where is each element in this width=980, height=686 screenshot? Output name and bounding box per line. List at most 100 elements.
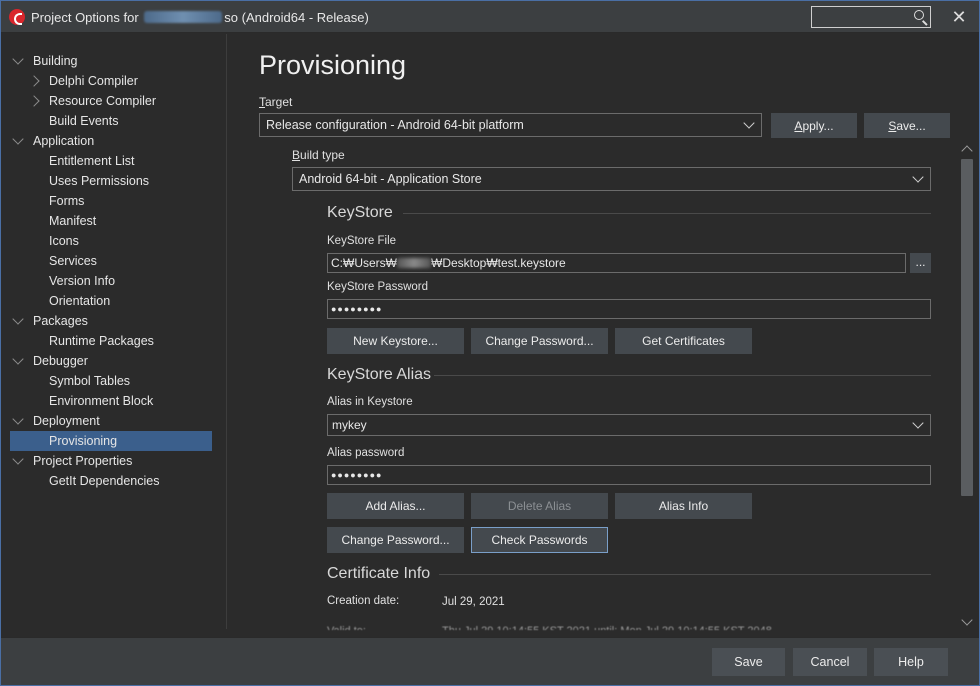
chevron-down-icon[interactable] — [12, 413, 24, 425]
tree-item-label: Resource Compiler — [49, 94, 156, 108]
close-icon[interactable]: ✕ — [949, 7, 969, 27]
tree-item-debugger[interactable]: Debugger — [1, 351, 227, 371]
tree-item-building[interactable]: Building — [1, 51, 227, 71]
tree-item-project-properties[interactable]: Project Properties — [1, 451, 227, 471]
tree-item-label: Forms — [49, 194, 85, 208]
page-title: Provisioning — [259, 50, 407, 80]
tree-item-forms[interactable]: Forms — [1, 191, 227, 211]
tree-item-manifest[interactable]: Manifest — [1, 211, 227, 231]
get-certificates-button[interactable]: Get Certificates — [615, 328, 752, 354]
chevron-right-icon[interactable] — [28, 95, 40, 107]
build-type-combobox[interactable]: Android 64-bit - Application Store — [292, 167, 931, 191]
tree-item-symbol-tables[interactable]: Symbol Tables — [1, 371, 227, 391]
tree-item-runtime-packages[interactable]: Runtime Packages — [1, 331, 227, 351]
dialog-footer: Save Cancel Help — [1, 637, 979, 685]
add-alias-button[interactable]: Add Alias... — [327, 493, 464, 519]
creation-date-label: Creation date: — [327, 595, 400, 607]
alias-password-input[interactable]: ●●●●●●●● — [327, 465, 931, 485]
apply-button[interactable]: Apply... — [771, 113, 857, 138]
search-icon — [914, 10, 924, 20]
tree-item-version-info[interactable]: Version Info — [1, 271, 227, 291]
window-title-suffix: so (Android64 - Release) — [224, 10, 369, 25]
tree-item-label: Entitlement List — [49, 154, 135, 168]
tree-item-label: Delphi Compiler — [49, 74, 138, 88]
tree-item-label: Packages — [33, 314, 88, 328]
tree-item-uses-permissions[interactable]: Uses Permissions — [1, 171, 227, 191]
tree-item-label: Environment Block — [49, 394, 154, 408]
delete-alias-button[interactable]: Delete Alias — [471, 493, 608, 519]
keystore-path-start: C:₩Users₩ — [331, 256, 397, 270]
target-value: Release configuration - Android 64-bit p… — [266, 118, 524, 132]
chevron-right-icon[interactable] — [28, 75, 40, 87]
tree-item-entitlement-list[interactable]: Entitlement List — [1, 151, 227, 171]
chevron-down-icon — [912, 171, 924, 183]
tree-item-provisioning[interactable]: Provisioning — [10, 431, 212, 451]
tree-item-label: Symbol Tables — [49, 374, 131, 388]
tree-item-icons[interactable]: Icons — [1, 231, 227, 251]
redacted-username — [397, 258, 431, 268]
chevron-down-icon[interactable] — [12, 53, 24, 65]
alias-password-label: Alias password — [327, 447, 405, 459]
project-options-window: Project Options for so (Android64 - Rele… — [0, 0, 980, 686]
tree-item-label: Runtime Packages — [49, 334, 154, 348]
validity-value: Thu Jul 29 10:14:55 KST 2021 until: Mon … — [442, 625, 772, 630]
scroll-up-arrow-icon[interactable] — [958, 141, 976, 157]
window-title-prefix: Project Options for — [31, 10, 139, 25]
change-alias-password-button[interactable]: Change Password... — [327, 527, 464, 553]
check-passwords-button[interactable]: Check Passwords — [471, 527, 608, 553]
change-keystore-password-button[interactable]: Change Password... — [471, 328, 608, 354]
keystore-password-input[interactable]: ●●●●●●●● — [327, 299, 931, 319]
creation-date-value: Jul 29, 2021 — [442, 596, 505, 608]
tree-item-environment-block[interactable]: Environment Block — [1, 391, 227, 411]
tree-item-label: Version Info — [49, 274, 116, 288]
tree-item-packages[interactable]: Packages — [1, 311, 227, 331]
tree-item-services[interactable]: Services — [1, 251, 227, 271]
tree-item-label: Application — [33, 134, 95, 148]
tree-item-orientation[interactable]: Orientation — [1, 291, 227, 311]
tree-item-label: Manifest — [49, 214, 97, 228]
build-type-text: uild type — [300, 148, 345, 162]
chevron-down-icon[interactable] — [12, 313, 24, 325]
tree-item-label: Uses Permissions — [49, 174, 150, 188]
cancel-button[interactable]: Cancel — [793, 648, 867, 676]
apply-text: pply... — [802, 119, 834, 133]
tree-item-label: Provisioning — [49, 434, 118, 448]
keystore-path-end: ₩Desktop₩test.keystore — [431, 256, 566, 270]
alias-combobox[interactable]: mykey — [327, 414, 931, 436]
keystore-file-input[interactable]: C:₩Users₩ ₩Desktop₩test.keystore — [327, 253, 906, 273]
build-type-accel: B — [292, 148, 301, 162]
browse-keystore-button[interactable]: ... — [910, 253, 931, 273]
options-tree: Building Delphi Compiler Resource Compiler… — [1, 34, 227, 629]
tree-item-resource-compiler[interactable]: Resource Compiler — [1, 91, 227, 111]
certificate-section-title: Certificate Info — [327, 565, 431, 582]
alias-value: mykey — [332, 418, 367, 432]
tree-item-label: Icons — [49, 234, 79, 248]
tree-item-application[interactable]: Application — [1, 131, 227, 151]
chevron-down-icon[interactable] — [12, 353, 24, 365]
tree-item-deployment[interactable]: Deployment — [1, 411, 227, 431]
tree-item-label: Services — [49, 254, 97, 268]
help-button[interactable]: Help — [874, 648, 948, 676]
chevron-down-icon — [743, 117, 755, 129]
redacted-project-name — [144, 11, 223, 23]
tree-item-label: Build Events — [49, 114, 119, 128]
save-button[interactable]: Save — [712, 648, 785, 676]
scrollbar-thumb[interactable] — [961, 159, 973, 496]
target-combobox[interactable]: Release configuration - Android 64-bit p… — [259, 113, 762, 137]
chevron-down-icon[interactable] — [12, 453, 24, 465]
keystore-section-title: KeyStore — [327, 204, 393, 221]
new-keystore-button[interactable]: New Keystore... — [327, 328, 464, 354]
title-bar: Project Options for so (Android64 - Rele… — [1, 1, 979, 33]
keystore-password-label: KeyStore Password — [327, 281, 428, 293]
alias-info-button[interactable]: Alias Info — [615, 493, 752, 519]
alias-label: Alias in Keystore — [327, 396, 413, 408]
tree-item-delphi-compiler[interactable]: Delphi Compiler — [1, 71, 227, 91]
options-search-input[interactable] — [811, 6, 931, 28]
scroll-down-arrow-icon[interactable] — [958, 614, 976, 630]
target-label-text: arget — [265, 95, 293, 109]
save-target-button[interactable]: Save... — [864, 113, 950, 138]
tree-item-build-events[interactable]: Build Events — [1, 111, 227, 131]
chevron-down-icon[interactable] — [12, 133, 24, 145]
window-title: Project Options for so (Android64 - Rele… — [31, 10, 369, 25]
tree-item-getit-dependencies[interactable]: GetIt Dependencies — [1, 471, 227, 491]
